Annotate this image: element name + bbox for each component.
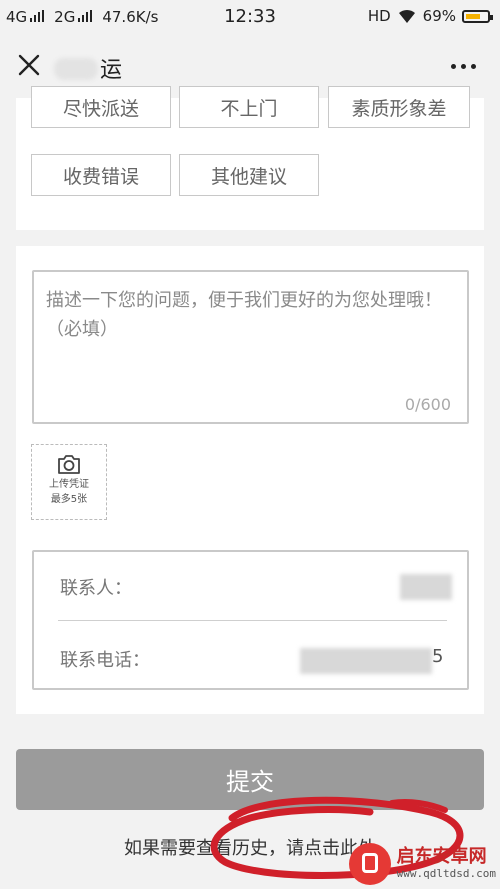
more-button[interactable] bbox=[451, 64, 476, 69]
feedback-form-card: 描述一下您的问题，便于我们更好的为您处理哦！（必填） 0/600 上传凭证 最多… bbox=[16, 246, 484, 714]
description-placeholder: 描述一下您的问题，便于我们更好的为您处理哦！（必填） bbox=[46, 290, 442, 340]
phone-tail-digit: 5 bbox=[432, 646, 444, 667]
tag-option[interactable]: 其他建议 bbox=[179, 154, 319, 196]
upload-label: 上传凭证 bbox=[49, 479, 89, 490]
submit-button[interactable]: 提交 bbox=[16, 749, 484, 810]
contact-phone-field[interactable] bbox=[300, 648, 432, 674]
wifi-icon bbox=[398, 9, 415, 23]
more-dots-icon bbox=[451, 64, 456, 69]
upload-limit: 最多5张 bbox=[50, 494, 88, 505]
watermark-logo: 启东安卓网 www.qdltdsd.com bbox=[348, 843, 496, 885]
contact-phone-label: 联系电话： bbox=[60, 650, 150, 671]
battery-icon bbox=[462, 9, 493, 23]
battery-percent: 69% bbox=[422, 7, 456, 25]
watermark-url: www.qdltdsd.com bbox=[396, 867, 496, 880]
camera-icon bbox=[58, 455, 80, 474]
description-textarea[interactable]: 描述一下您的问题，便于我们更好的为您处理哦！（必填） 0/600 bbox=[32, 270, 469, 424]
page-title: 运 bbox=[54, 52, 122, 84]
watermark-logo-icon bbox=[348, 843, 391, 885]
status-bar: 4G 2G 47.6K/s 12:33 HD 69% bbox=[0, 0, 500, 34]
page-title-text: 运 bbox=[100, 58, 123, 83]
contact-name-field[interactable] bbox=[400, 574, 452, 600]
tag-option[interactable]: 收费错误 bbox=[31, 154, 171, 196]
tag-option[interactable]: 素质形象差 bbox=[328, 86, 470, 128]
redacted-title-blur bbox=[54, 58, 98, 80]
hd-indicator: HD bbox=[367, 7, 391, 25]
close-button[interactable] bbox=[14, 50, 44, 80]
complaint-type-card: 尽快派送 不上门 素质形象差 收费错误 其他建议 bbox=[16, 86, 484, 230]
upload-proof-button[interactable]: 上传凭证 最多5张 bbox=[31, 444, 107, 520]
close-icon bbox=[18, 54, 40, 76]
contact-box: 联系人： 联系电话： 5 bbox=[32, 550, 469, 690]
divider bbox=[58, 620, 447, 621]
watermark-name: 启东安卓网 bbox=[396, 846, 487, 867]
tag-option[interactable]: 不上门 bbox=[179, 86, 319, 128]
char-counter: 0/600 bbox=[404, 395, 451, 414]
tag-option[interactable]: 尽快派送 bbox=[31, 86, 171, 128]
contact-name-label: 联系人： bbox=[60, 578, 132, 599]
